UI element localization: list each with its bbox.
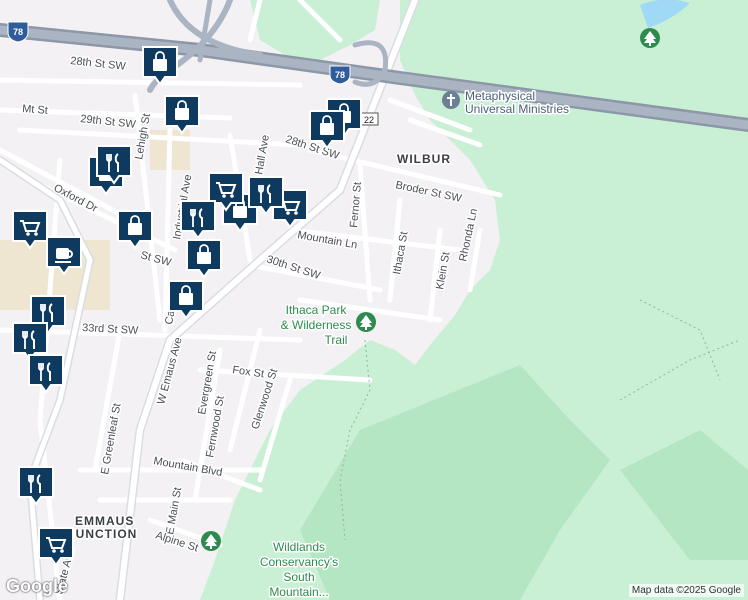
poi-label-south: South bbox=[283, 570, 314, 584]
area-label-wilbur: WILBUR bbox=[397, 152, 451, 166]
area-label-emmaus: EMMAUS bbox=[75, 514, 134, 528]
street-label-mt: Mt St bbox=[22, 103, 48, 117]
poi-label-mountain: Mountain... bbox=[269, 585, 328, 599]
poi-upper-park[interactable] bbox=[640, 28, 660, 48]
poi-label-ministries: Universal Ministries bbox=[465, 102, 569, 116]
poi-label-wilderness: & Wilderness bbox=[281, 318, 352, 332]
route-shield: 22 bbox=[359, 112, 379, 126]
poi-label-ithaca-park: Ithaca Park bbox=[286, 303, 348, 317]
route-shield-label: 22 bbox=[364, 115, 374, 125]
interstate-shield-label: 78 bbox=[13, 27, 23, 37]
map-attribution: Map data ©2025 Google bbox=[628, 584, 744, 597]
interstate-shield: 78 bbox=[7, 21, 29, 43]
poi-label-wildlands: Wildlands bbox=[273, 540, 325, 554]
interstate-shield-2-label: 78 bbox=[335, 70, 345, 80]
interstate-shield-2: 78 bbox=[329, 65, 351, 85]
poi-label-trail: Trail bbox=[325, 333, 348, 347]
poi-label-conservancy: Conservancy's bbox=[260, 555, 338, 569]
map-canvas[interactable]: 78 78 22 WILBUR EMMAUS JUNCTION 28th St … bbox=[0, 0, 748, 600]
poi-label-metaphysical: Metaphysical bbox=[465, 89, 535, 103]
area-label-junction: JUNCTION bbox=[68, 527, 137, 541]
google-logo: Google bbox=[6, 576, 68, 596]
